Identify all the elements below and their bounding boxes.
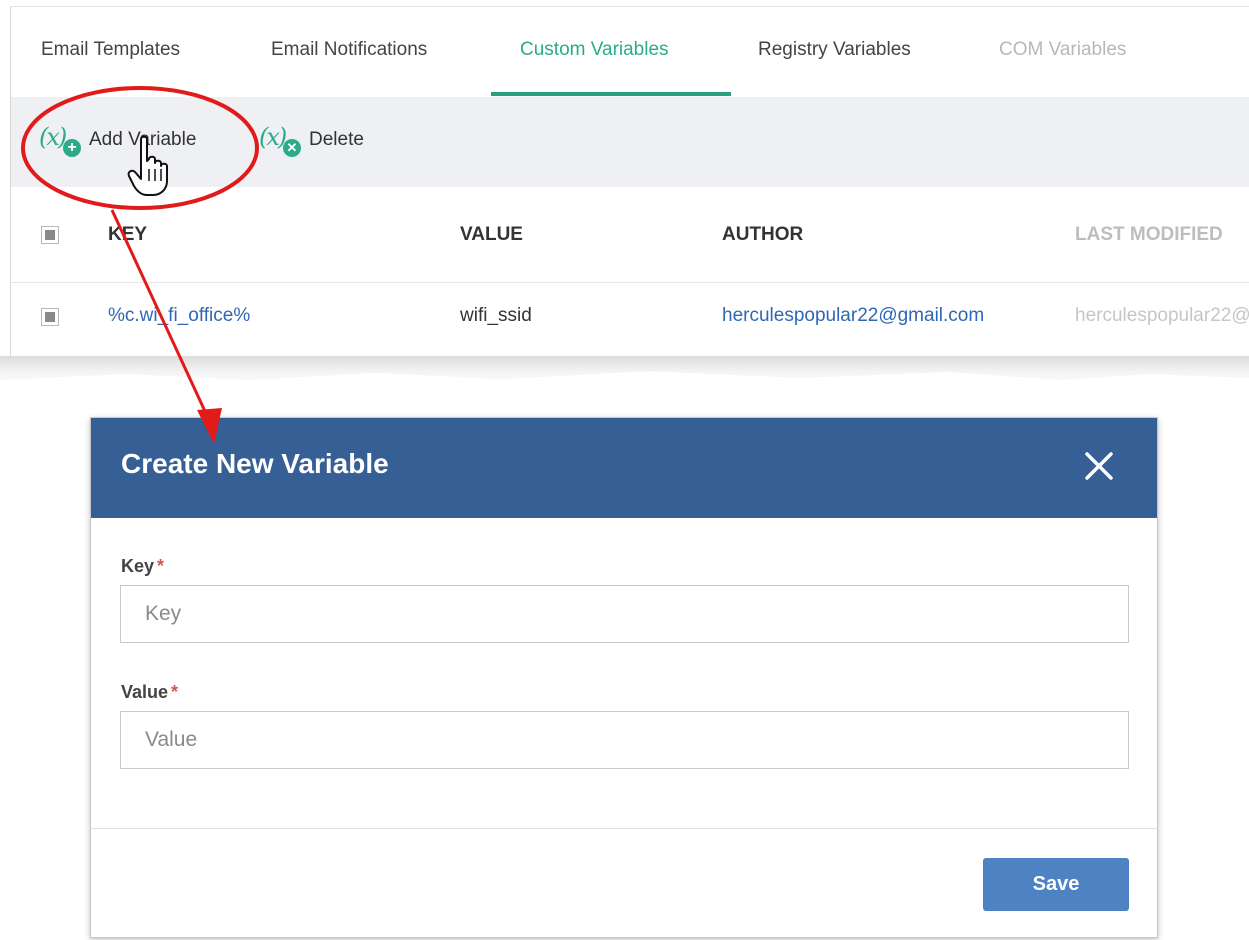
dialog-title: Create New Variable [121,448,389,479]
tab-registry-variables[interactable]: Registry Variables [758,39,911,61]
close-icon [1085,452,1113,480]
tab-bar: Email Templates Email Notifications Cust… [11,7,1249,97]
tab-com-variables[interactable]: COM Variables [999,39,1126,61]
table-header: KEY VALUE AUTHOR LAST MODIFIED [11,187,1249,283]
select-all-checkbox[interactable] [41,226,59,244]
close-button[interactable] [1079,446,1119,486]
key-field-label: Key * [121,556,165,576]
add-variable-icon: (x) + [39,123,83,157]
row-last-modified: herculespopular22@gmail.com [1075,305,1249,326]
toolbar: (x) + Add Variable (x) ✕ Delete [11,97,1249,188]
row-author-link[interactable]: herculespopular22@gmail.com [722,305,984,327]
tab-email-templates[interactable]: Email Templates [41,39,180,61]
value-input[interactable] [120,711,1129,769]
delete-button[interactable]: (x) ✕ Delete [259,123,364,157]
column-header-value[interactable]: VALUE [460,224,523,246]
create-variable-dialog: Create New Variable Key* Value* Save [90,417,1158,938]
value-field-label: Value * [121,682,179,702]
row-checkbox[interactable] [41,308,59,326]
tab-email-notifications[interactable]: Email Notifications [271,39,427,61]
column-header-last-modified[interactable]: LAST MODIFIED [1075,224,1223,246]
required-marker: * [157,556,165,576]
key-input[interactable] [120,585,1129,643]
save-button[interactable]: Save [983,858,1129,911]
table-row: %c.wi_fi_office% wifi_ssid herculespopul… [11,283,1249,357]
column-header-key[interactable]: KEY [108,224,147,246]
dialog-header: Create New Variable [91,418,1157,518]
row-key-link[interactable]: %c.wi_fi_office% [108,305,250,327]
delete-variable-icon: (x) ✕ [259,123,303,157]
required-marker: * [171,682,179,702]
tab-custom-variables[interactable]: Custom Variables [520,39,669,61]
active-tab-indicator [491,92,731,96]
delete-label: Delete [309,129,364,150]
torn-edge-divider [0,356,1249,380]
row-value: wifi_ssid [460,305,532,326]
hand-pointer-icon [127,135,168,196]
column-header-author[interactable]: AUTHOR [722,224,803,246]
variables-panel: Email Templates Email Notifications Cust… [10,6,1249,357]
dialog-footer-divider [91,828,1157,829]
